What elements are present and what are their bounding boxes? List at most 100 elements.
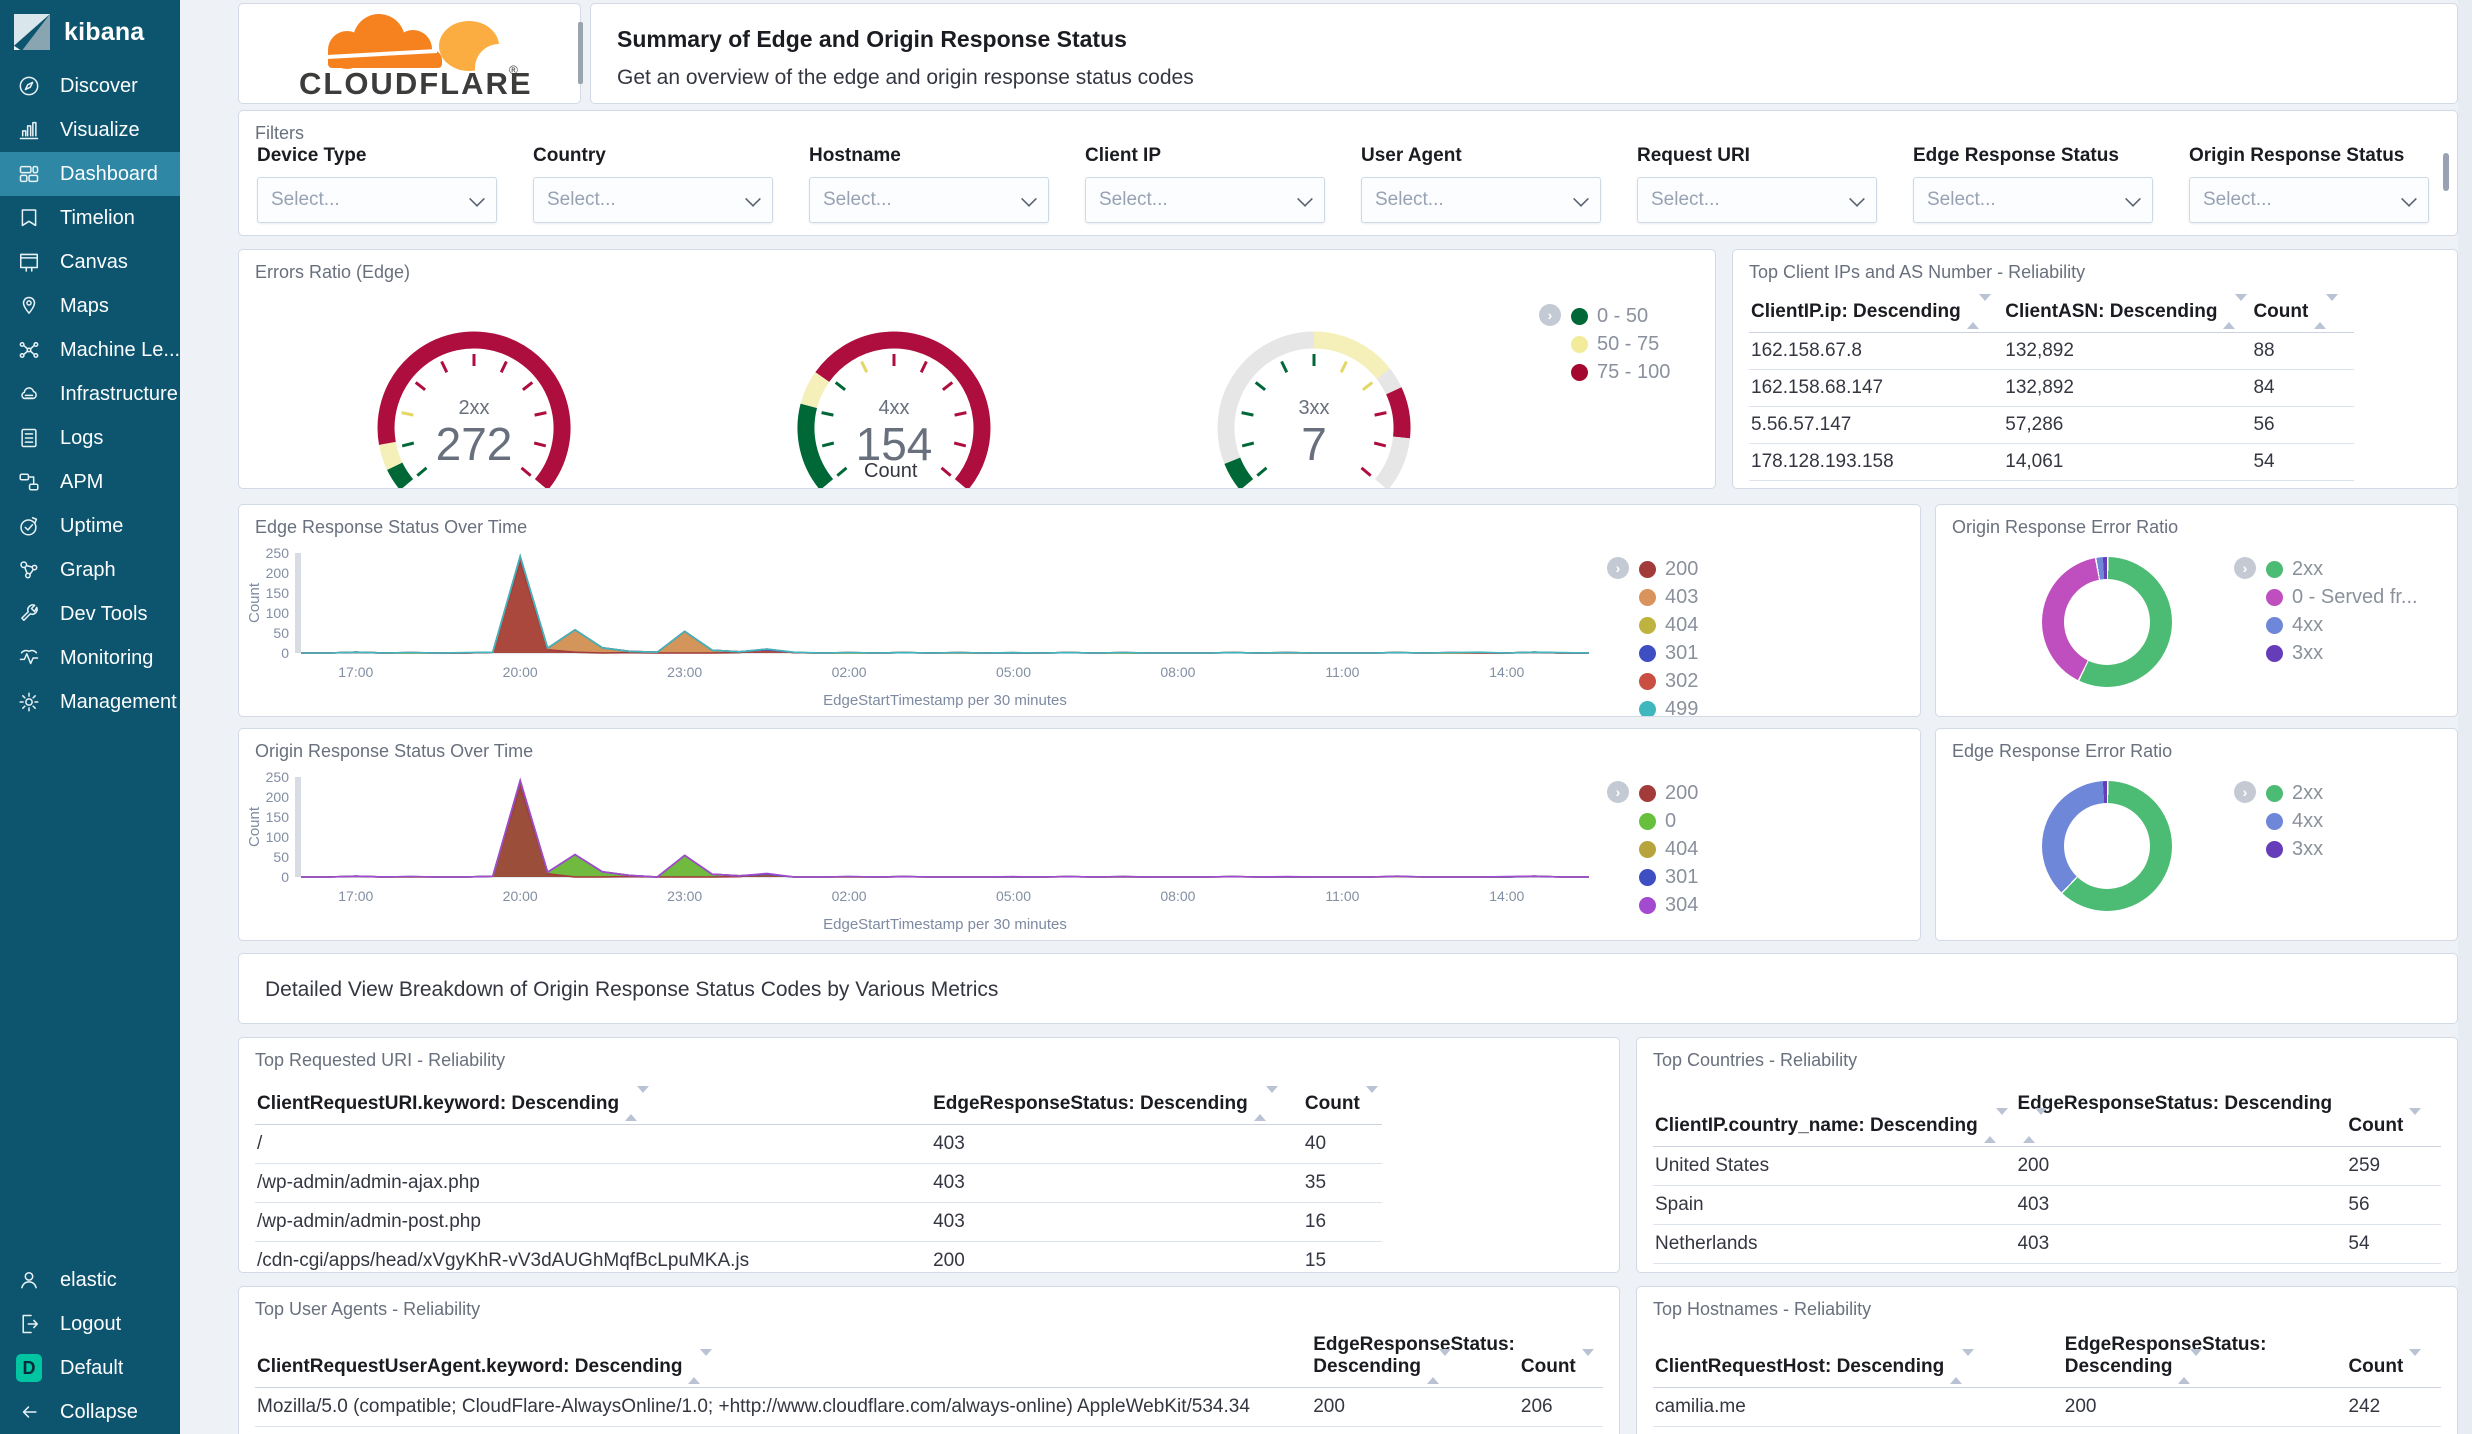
filter-select-device-type[interactable]: Select... <box>257 177 497 223</box>
column-header[interactable]: Count <box>1518 1327 1603 1389</box>
svg-text:®: ® <box>509 63 518 77</box>
column-header[interactable]: ClientRequestUserAgent.keyword: Descendi… <box>255 1327 1312 1389</box>
sidebar-item-timelion[interactable]: Timelion <box>0 196 180 240</box>
legend-item-404[interactable]: 404 <box>1639 611 1698 639</box>
table-cell: /wp-admin/admin-ajax.php <box>255 1163 932 1204</box>
legend-item-0-served-fr[interactable]: 0 - Served fr... <box>2266 583 2418 611</box>
column-header[interactable]: ClientRequestHost: Descending <box>1653 1327 2063 1389</box>
sidebar-item-discover[interactable]: Discover <box>0 64 180 108</box>
filter-select-user-agent[interactable]: Select... <box>1361 177 1601 223</box>
legend-collapse-toggle[interactable]: › <box>2234 781 2256 803</box>
sidebar-item-dev-tools[interactable]: Dev Tools <box>0 592 180 636</box>
sidebar-item-maps[interactable]: Maps <box>0 284 180 328</box>
filter-select-client-ip[interactable]: Select... <box>1085 177 1325 223</box>
column-header[interactable]: ClientIP.ip: Descending <box>1749 294 2004 334</box>
legend-color-dot <box>1639 588 1656 606</box>
column-header[interactable]: EdgeResponseStatus: Descending <box>1311 1327 1519 1389</box>
legend-item-2xx[interactable]: 2xx <box>2266 779 2323 807</box>
legend-label: 403 <box>1665 585 1699 608</box>
filter-select-country[interactable]: Select... <box>533 177 773 223</box>
legend-item-75-100[interactable]: 75 - 100 <box>1571 358 1670 386</box>
sidebar-item-canvas[interactable]: Canvas <box>0 240 180 284</box>
column-header[interactable]: Count <box>2346 1327 2441 1389</box>
legend-color-dot <box>1639 840 1656 858</box>
donut-chart-edge_donut[interactable] <box>2042 781 2172 911</box>
kibana-logo[interactable]: kibana <box>0 0 180 64</box>
column-header[interactable]: Count <box>1302 1086 1382 1126</box>
donut-chart-origin_donut[interactable] <box>2042 557 2172 687</box>
legend-collapse-toggle[interactable]: › <box>1607 781 1629 803</box>
legend-item-0[interactable]: 0 <box>1639 807 1698 835</box>
legend-item-3xx[interactable]: 3xx <box>2266 639 2418 667</box>
panel-cloudflare-logo: CLOUDFLARE ® <box>238 3 581 104</box>
legend-item-2xx[interactable]: 2xx <box>2266 555 2418 583</box>
legend-item-4xx[interactable]: 4xx <box>2266 807 2323 835</box>
legend-item-302[interactable]: 302 <box>1639 667 1698 695</box>
sidebar-item-uptime[interactable]: Uptime <box>0 504 180 548</box>
data-table: ClientRequestURI.keyword: Descending Edge… <box>255 1086 1382 1272</box>
table-cell: 132,892 <box>2003 332 2252 371</box>
legend-item-4xx[interactable]: 4xx <box>2266 611 2418 639</box>
filters-scrollbar[interactable] <box>2443 153 2449 191</box>
sidebar-footer-item-collapse[interactable]: Collapse <box>0 1390 180 1434</box>
sidebar-item-machine-le[interactable]: Machine Le... <box>0 328 180 372</box>
table-cell: United States <box>1653 1146 2016 1187</box>
sidebar-item-dashboard[interactable]: Dashboard <box>0 152 180 196</box>
table-cell: 162.158.67.8 <box>1749 332 2004 371</box>
legend-collapse-toggle[interactable]: › <box>1607 557 1629 579</box>
sidebar-item-management[interactable]: Management <box>0 680 180 724</box>
legend-item-403[interactable]: 403 <box>1639 583 1698 611</box>
legend-item-301[interactable]: 301 <box>1639 863 1698 891</box>
legend-label: 404 <box>1665 837 1699 860</box>
legend-item-200[interactable]: 200 <box>1639 555 1698 583</box>
legend-item-200[interactable]: 200 <box>1639 779 1698 807</box>
sidebar-footer-item-default[interactable]: D Default <box>0 1346 180 1390</box>
sidebar-item-logs[interactable]: Logs <box>0 416 180 460</box>
legend-label: 0 <box>1665 809 1677 832</box>
legend-item-50-75[interactable]: 50 - 75 <box>1571 330 1670 358</box>
legend-item-499[interactable]: 499 <box>1639 695 1698 716</box>
legend-item-301[interactable]: 301 <box>1639 639 1698 667</box>
sidebar-footer-item-logout[interactable]: Logout <box>0 1302 180 1346</box>
sidebar-item-label: Graph <box>60 558 116 581</box>
svg-text:150: 150 <box>266 809 290 825</box>
column-header[interactable]: EdgeResponseStatus: Descending <box>2015 1086 2347 1148</box>
legend-collapse-toggle[interactable]: › <box>2234 557 2256 579</box>
legend-item-304[interactable]: 304 <box>1639 891 1698 919</box>
column-header[interactable]: ClientRequestURI.keyword: Descending <box>255 1086 932 1126</box>
page-scrollbar-track[interactable] <box>2458 0 2472 1434</box>
column-header[interactable]: Count <box>2251 294 2355 334</box>
sidebar-item-apm[interactable]: APM <box>0 460 180 504</box>
sidebar-item-graph[interactable]: Graph <box>0 548 180 592</box>
legend-item-0-50[interactable]: 0 - 50 <box>1571 302 1670 330</box>
legend-label: 2xx <box>2292 781 2324 804</box>
user-icon <box>16 1267 42 1293</box>
filter-select-edge-response-status[interactable]: Select... <box>1913 177 2153 223</box>
chevron-down-icon <box>2401 191 2417 207</box>
sidebar-item-infrastructure[interactable]: Infrastructure <box>0 372 180 416</box>
column-header[interactable]: Count <box>2346 1086 2441 1148</box>
legend-color-dot <box>1639 868 1656 886</box>
select-placeholder: Select... <box>2203 189 2272 210</box>
filter-label: Request URI <box>1637 145 1750 166</box>
column-header[interactable]: EdgeResponseStatus: Descending <box>2062 1327 2347 1389</box>
legend-label: 0 - Served fr... <box>2292 585 2418 608</box>
filter-select-origin-response-status[interactable]: Select... <box>2189 177 2429 223</box>
panel-title: Top User Agents - Reliability <box>255 1299 481 1319</box>
column-header[interactable]: ClientIP.country_name: Descending <box>1653 1086 2016 1148</box>
legend-item-404[interactable]: 404 <box>1639 835 1698 863</box>
legend-label: 2xx <box>2292 557 2324 580</box>
column-header[interactable]: EdgeResponseStatus: Descending <box>931 1086 1303 1126</box>
legend-item-3xx[interactable]: 3xx <box>2266 835 2323 863</box>
panel-top-user-agents: Top User Agents - Reliability ClientReque… <box>238 1286 1620 1434</box>
legend-collapse-toggle[interactable]: › <box>1539 304 1561 326</box>
filter-select-request-uri[interactable]: Select... <box>1637 177 1877 223</box>
panel-divider-handle[interactable] <box>578 22 583 84</box>
sidebar-footer-item-elastic[interactable]: elastic <box>0 1258 180 1302</box>
filter-client-ip: Client IP Select... <box>1085 145 1325 223</box>
sort-icon <box>2314 294 2339 329</box>
filter-select-hostname[interactable]: Select... <box>809 177 1049 223</box>
sidebar-item-monitoring[interactable]: Monitoring <box>0 636 180 680</box>
sidebar-item-visualize[interactable]: Visualize <box>0 108 180 152</box>
column-header[interactable]: ClientASN: Descending <box>2003 294 2252 334</box>
